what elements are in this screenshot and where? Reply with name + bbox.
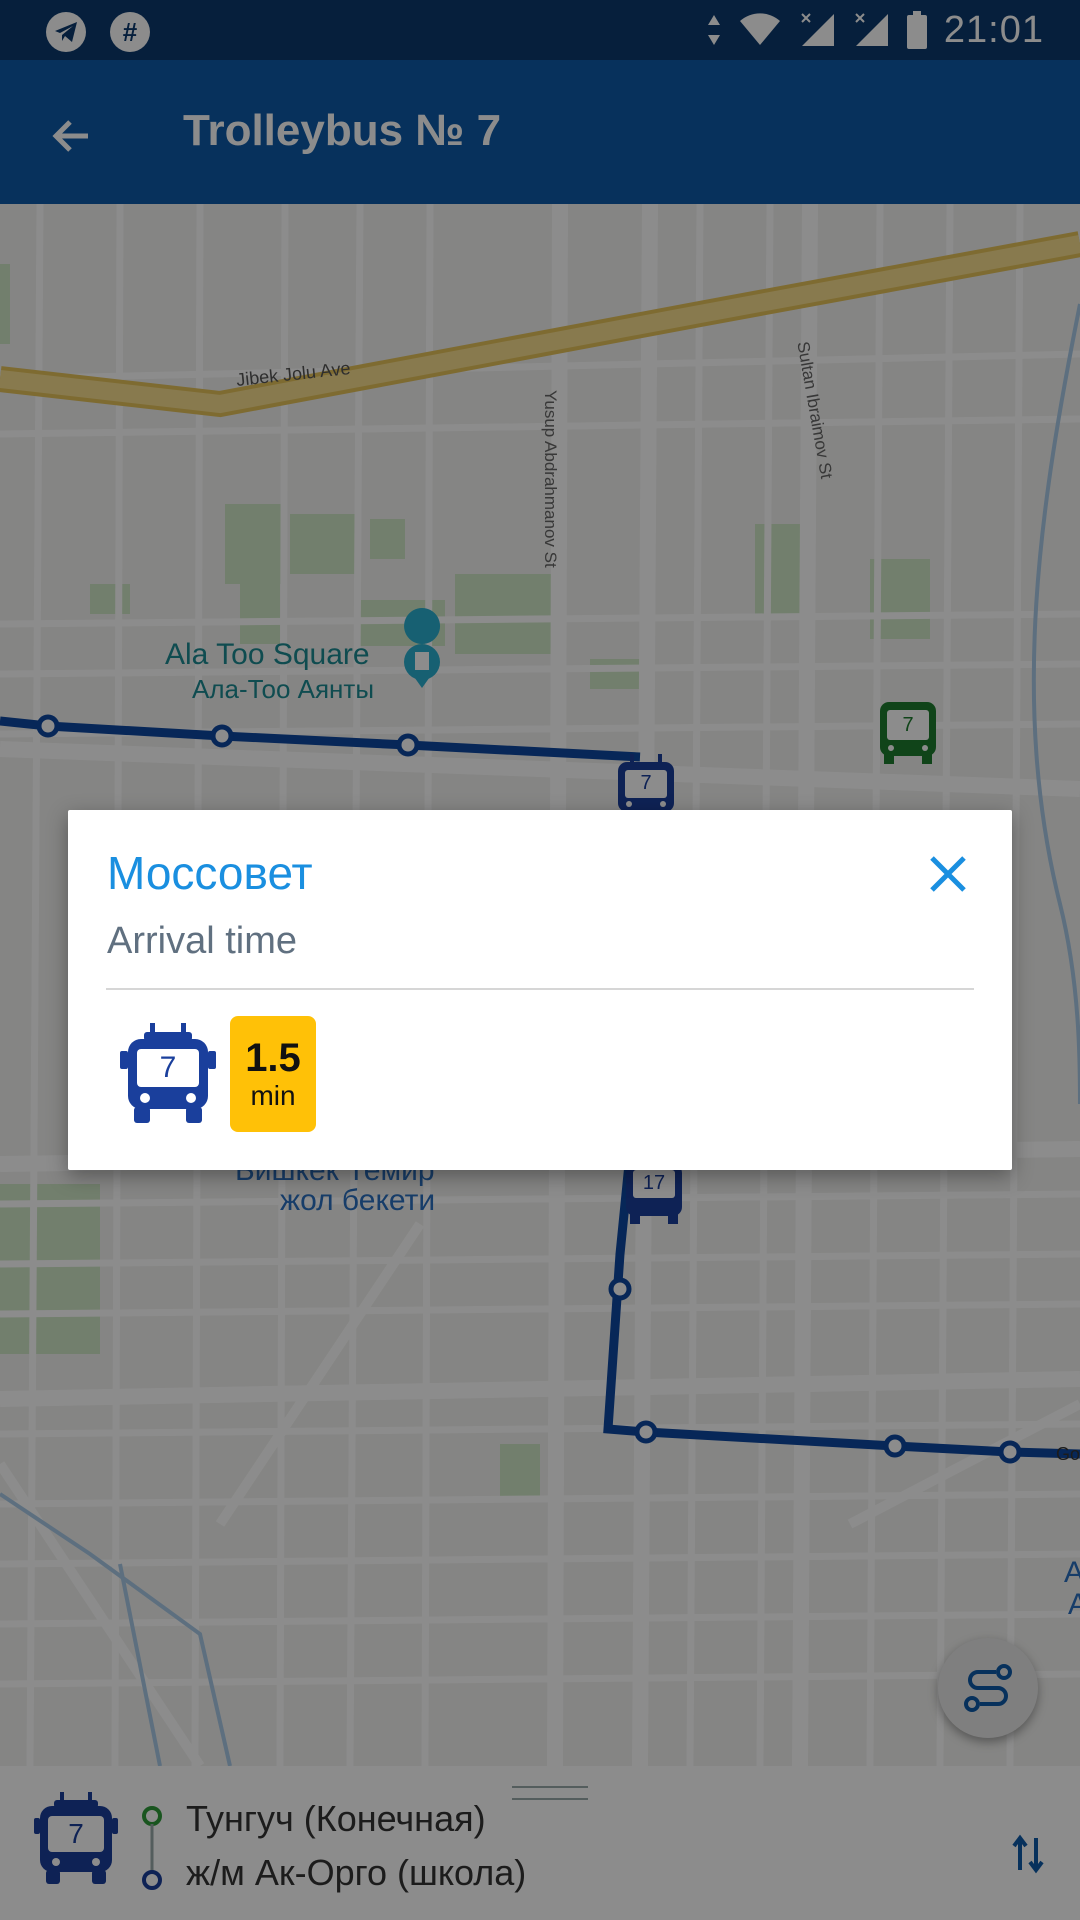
eta-badge: 1.5 min	[230, 1016, 316, 1132]
arrival-time-label: Arrival time	[107, 920, 298, 962]
stop-name-title: Моссовет	[107, 847, 313, 899]
eta-value: 1.5	[245, 1036, 301, 1080]
arrival-item[interactable]: 7 1.5 min	[120, 1016, 316, 1132]
eta-unit: min	[250, 1080, 296, 1111]
arrival-time-dialog: Моссовет Arrival time 7 1.5 min	[68, 810, 1012, 1170]
close-button[interactable]	[920, 846, 976, 902]
trolleybus-icon: 7	[120, 1023, 216, 1125]
close-icon	[930, 856, 966, 892]
divider	[106, 988, 974, 990]
screen: Jibek Jolu Ave Yusup Abdrahmanov St Sult…	[0, 0, 1080, 1920]
arrival-route-number: 7	[159, 1051, 177, 1084]
